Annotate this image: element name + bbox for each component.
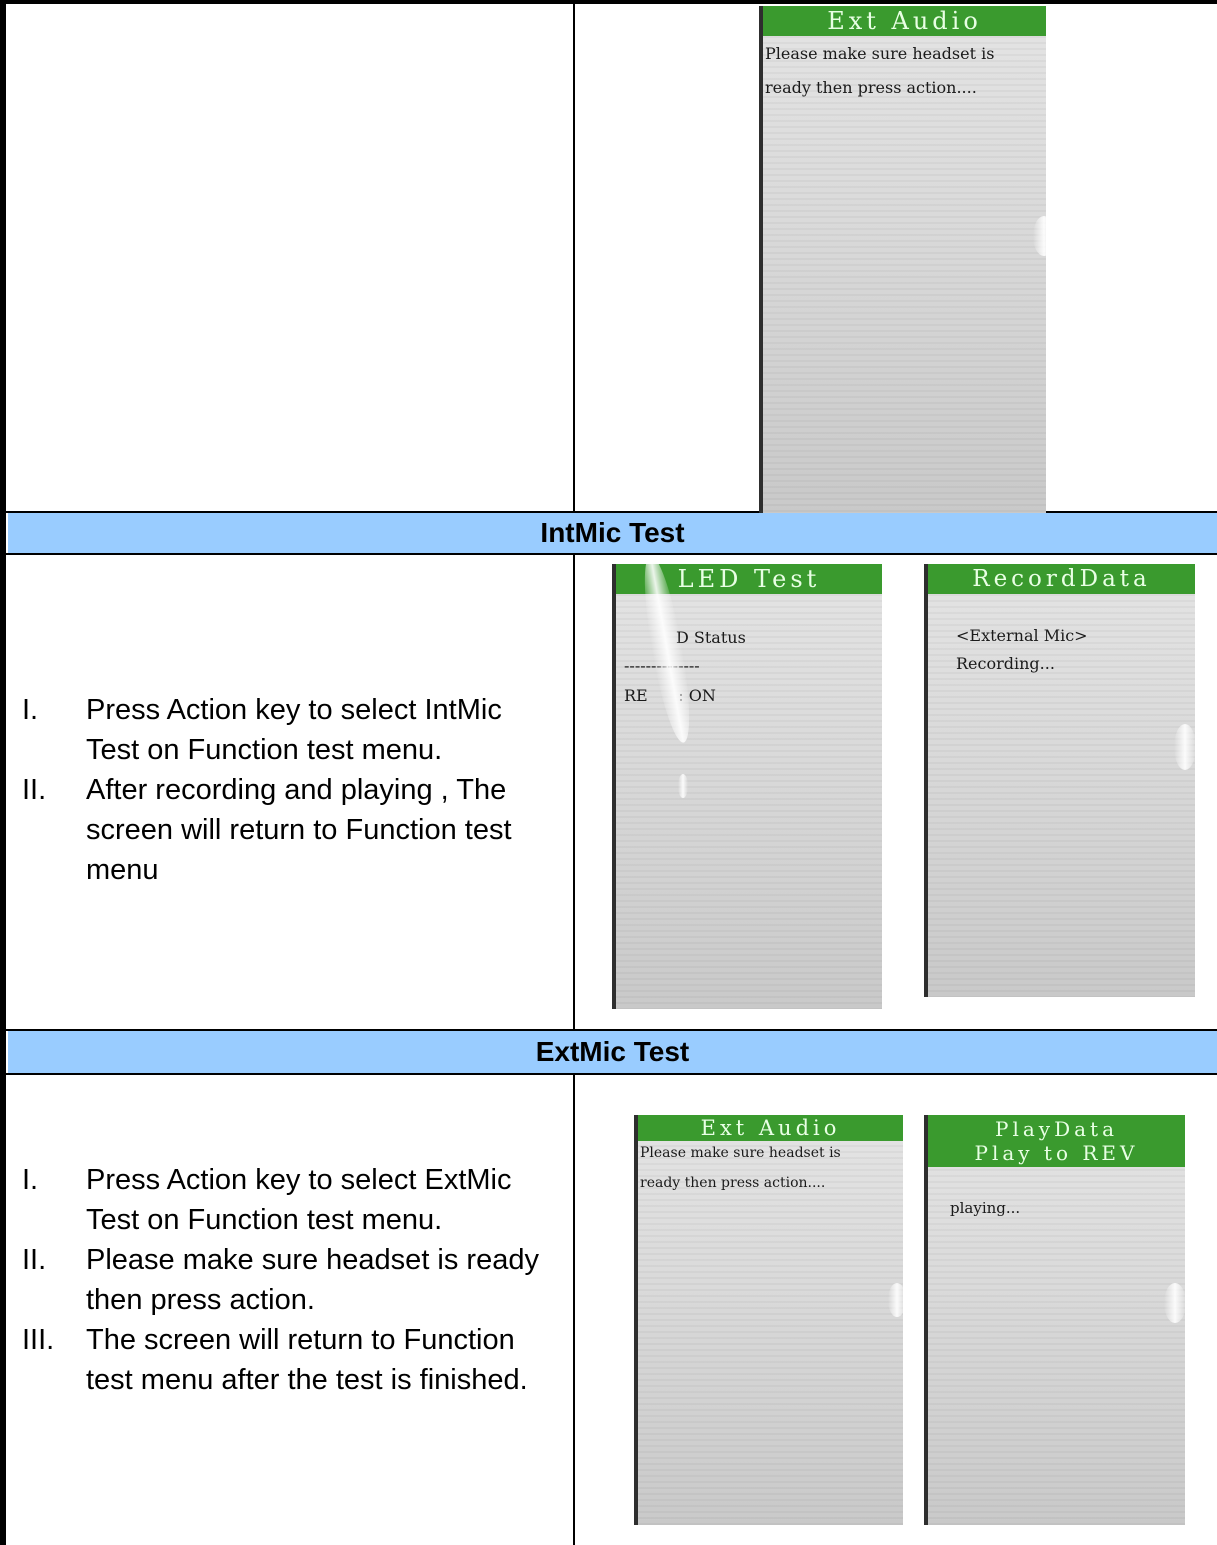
step-number: I. <box>22 1164 39 1196</box>
screen-title-line: PlayData <box>995 1117 1118 1141</box>
glare-highlight <box>1033 216 1046 256</box>
list-item: II. After recording and playing , The sc… <box>22 770 562 890</box>
list-item: III. The screen will return to Function … <box>22 1320 562 1400</box>
screen-status-line: D Status <box>676 628 746 647</box>
row-divider <box>0 553 1217 555</box>
column-divider <box>573 1073 575 1545</box>
screen-title-bar: PlayData Play to REV <box>928 1115 1185 1167</box>
table-top-border <box>0 0 1217 4</box>
step-text: Press Action key to select IntMic Test o… <box>86 694 502 766</box>
step-text: After recording and playing , The screen… <box>86 774 512 886</box>
table-left-border <box>0 0 6 1545</box>
device-photo-playdata: PlayData Play to REV playing... <box>924 1115 1185 1525</box>
screen-message-line: Please make sure headset is <box>640 1145 841 1161</box>
glare-highlight <box>678 774 688 798</box>
screen-message-line: playing... <box>950 1199 1021 1217</box>
extmic-steps-list: I. Press Action key to select ExtMic Tes… <box>22 1160 562 1400</box>
screen-message-line: Recording... <box>956 654 1055 673</box>
screen-message-line: ready then press action.... <box>640 1175 826 1191</box>
step-text: Please make sure headset is ready then p… <box>86 1244 539 1316</box>
step-number: II. <box>22 1244 47 1276</box>
section-heading-extmic: ExtMic Test <box>8 1031 1217 1073</box>
screen-title-bar: RecordData <box>928 564 1195 594</box>
device-photo-led-test: LED Test D Status -------------- RE : ON <box>612 564 882 1009</box>
list-item: II. Please make sure headset is ready th… <box>22 1240 562 1320</box>
step-text: Press Action key to select ExtMic Test o… <box>86 1164 512 1236</box>
glare-highlight <box>1164 1283 1185 1323</box>
column-divider <box>573 0 575 522</box>
list-item: I. Press Action key to select IntMic Tes… <box>22 690 562 770</box>
device-photo-ext-audio-top: Ext Audio Please make sure headset is re… <box>759 6 1046 513</box>
glare-highlight <box>888 1283 903 1317</box>
section-heading-intmic: IntMic Test <box>8 513 1217 553</box>
device-photo-ext-audio: Ext Audio Please make sure headset is re… <box>634 1115 903 1525</box>
screen-message-line: ready then press action.... <box>765 78 977 97</box>
step-number: III. <box>22 1324 55 1356</box>
screen-message-line: <External Mic> <box>956 626 1088 645</box>
screen-title-line: Play to REV <box>974 1141 1139 1165</box>
device-photo-recorddata: RecordData <External Mic> Recording... <box>924 564 1195 997</box>
screen-title-bar: Ext Audio <box>638 1115 903 1141</box>
row-divider <box>0 1073 1217 1075</box>
section-heading-text: IntMic Test <box>540 517 685 548</box>
section-heading-text: ExtMic Test <box>535 1036 690 1067</box>
list-item: I. Press Action key to select ExtMic Tes… <box>22 1160 562 1240</box>
column-divider <box>573 553 575 1030</box>
screen-message-line: Please make sure headset is <box>765 44 995 63</box>
intmic-steps-list: I. Press Action key to select IntMic Tes… <box>22 690 562 890</box>
screen-title-bar: Ext Audio <box>763 6 1046 36</box>
step-number: I. <box>22 694 39 726</box>
glare-highlight <box>1174 724 1195 770</box>
step-text: The screen will return to Function test … <box>86 1324 528 1396</box>
step-number: II. <box>22 774 47 806</box>
